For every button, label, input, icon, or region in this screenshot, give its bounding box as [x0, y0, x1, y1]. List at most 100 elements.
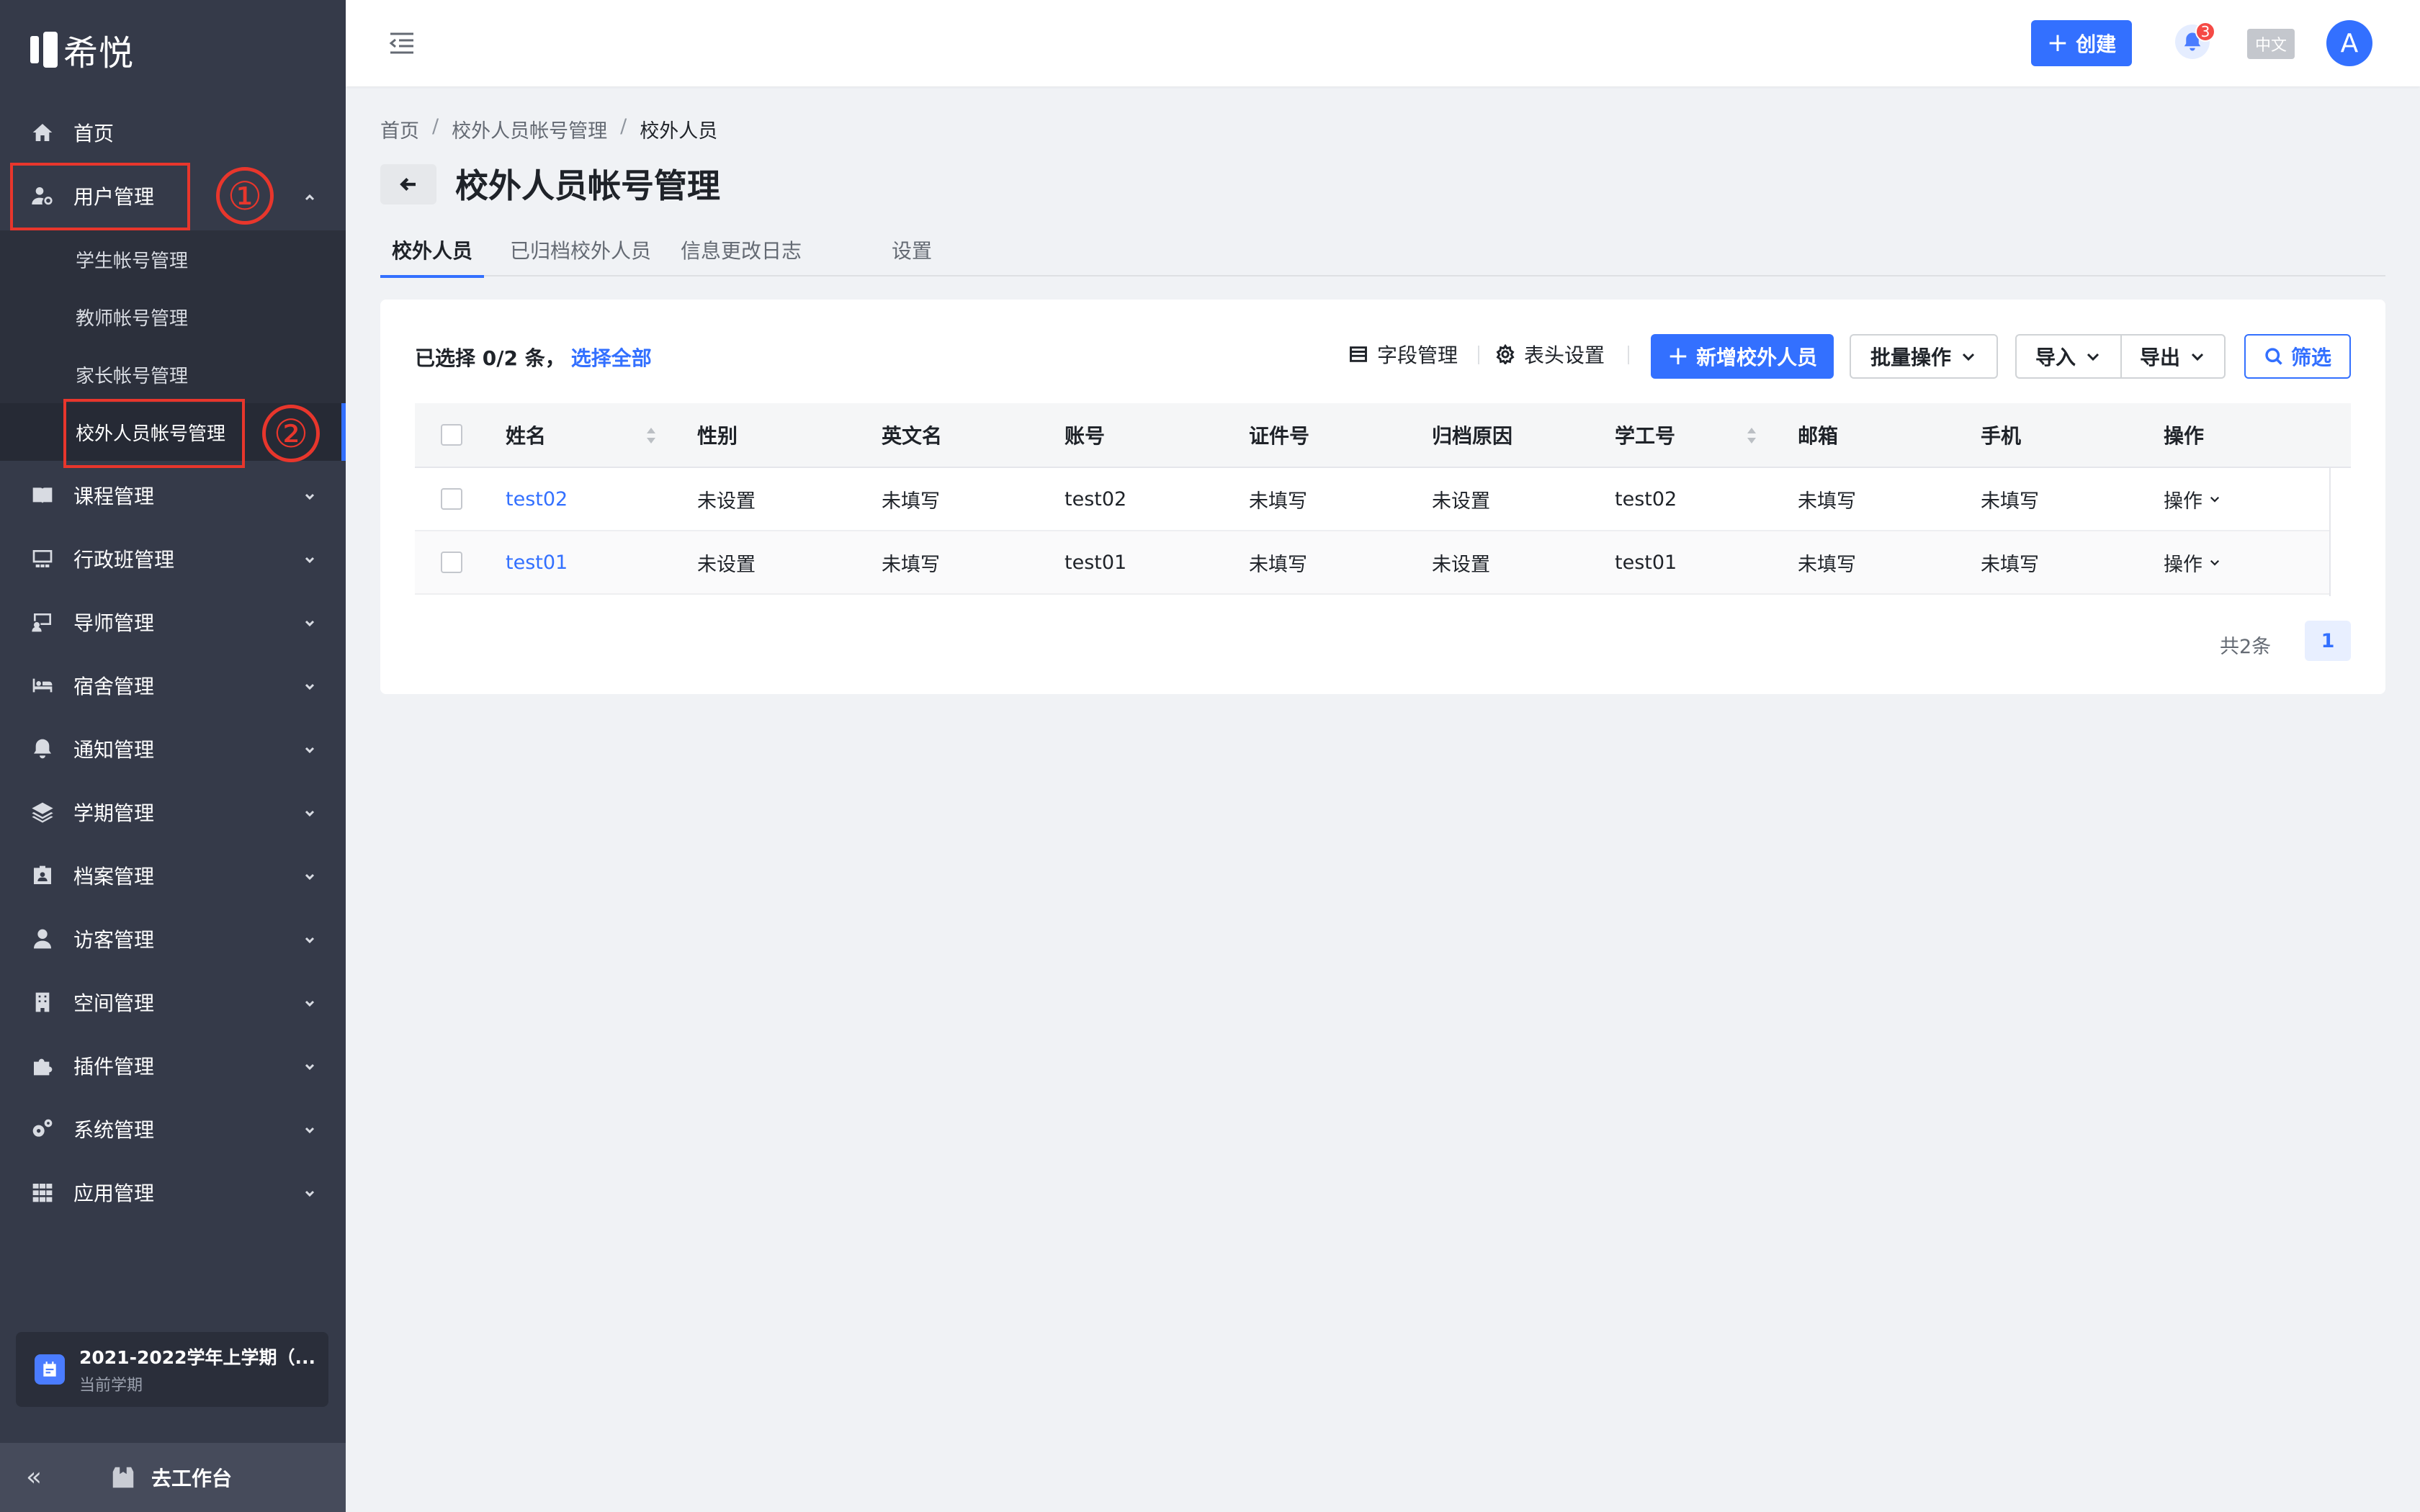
sidebar-item-system[interactable]: 系统管理 — [0, 1100, 346, 1158]
mentor-icon — [30, 610, 55, 634]
col-header-english-name: 英文名 — [882, 424, 943, 448]
chevron-down-icon — [2210, 496, 2220, 503]
brand-logo[interactable]: 希悦 — [30, 27, 134, 73]
annotation-box-user-management — [10, 163, 190, 230]
cell-staff-number: test02 — [1615, 487, 1677, 510]
box-icon — [112, 1467, 134, 1488]
field-manage-label: 字段管理 — [1377, 343, 1458, 367]
sidebar-item-notifications[interactable]: 通知管理 — [0, 720, 346, 778]
sort-icon[interactable] — [645, 426, 657, 445]
breadcrumb-separator: / — [620, 115, 627, 138]
col-header-account: 账号 — [1065, 424, 1106, 448]
select-all-cell — [441, 403, 462, 467]
import-dropdown[interactable]: 导入 — [2015, 334, 2122, 379]
row-checkbox[interactable] — [441, 488, 462, 510]
language-switch[interactable]: 中文 — [2247, 29, 2295, 59]
chevron-down-icon — [301, 994, 318, 1011]
export-dropdown[interactable]: 导出 — [2120, 334, 2226, 379]
chevron-down-icon — [301, 1057, 318, 1074]
chevron-down-icon — [301, 867, 318, 884]
export-label: 导出 — [2139, 346, 2180, 369]
table-row: test02 未设置 未填写 test02 未填写 未设置 test02 未填写… — [415, 468, 2351, 531]
batch-actions-dropdown[interactable]: 批量操作 — [1850, 334, 1998, 379]
select-all-link[interactable]: 选择全部 — [571, 346, 652, 370]
sort-icon[interactable] — [1746, 426, 1757, 445]
col-header-staff-number[interactable]: 学工号 — [1615, 403, 1675, 467]
sidebar-item-courses[interactable]: 课程管理 — [0, 467, 346, 524]
select-all-checkbox[interactable] — [441, 424, 462, 446]
row-checkbox[interactable] — [441, 552, 462, 573]
sidebar-item-home[interactable]: 首页 — [0, 104, 346, 161]
chevron-down-icon — [301, 804, 318, 821]
create-button[interactable]: + 创建 — [2031, 20, 2132, 66]
sidebar-item-dorms[interactable]: 宿舍管理 — [0, 657, 346, 714]
gears-icon — [30, 1117, 55, 1141]
row-actions-dropdown[interactable]: 操作 — [2164, 468, 2221, 530]
row-actions-dropdown[interactable]: 操作 — [2164, 531, 2221, 593]
user-avatar[interactable]: A — [2326, 20, 2372, 66]
sidebar-item-terms[interactable]: 学期管理 — [0, 783, 346, 841]
sidebar: 希悦 首页 用户管理 学生帐号管理 教师帐号管理 家长帐号管理 校外人员帐号管理… — [0, 0, 346, 1512]
add-external-staff-button[interactable]: + 新增校外人员 — [1651, 334, 1834, 379]
go-workbench-button[interactable]: 去工作台 — [109, 1443, 232, 1512]
sidebar-subitem-parent-accounts[interactable]: 家长帐号管理 — [0, 346, 346, 403]
row-actions-label: 操作 — [2164, 490, 2202, 513]
cell-name-link[interactable]: test02 — [506, 468, 568, 530]
table-header: 姓名 性别 英文名 账号 证件号 归档原因 学工号 邮箱 手机 操作 — [415, 403, 2351, 468]
sidebar-subitem-teacher-accounts[interactable]: 教师帐号管理 — [0, 288, 346, 346]
col-header-id-number: 证件号 — [1249, 424, 1310, 448]
breadcrumb-external-accounts[interactable]: 校外人员帐号管理 — [452, 115, 607, 143]
selection-count: 已选择 0/2 条， — [415, 346, 565, 370]
menu-fold-icon[interactable] — [389, 32, 415, 55]
sidebar-item-visitors[interactable]: 访客管理 — [0, 910, 346, 968]
cell-phone: 未填写 — [1981, 553, 2039, 576]
create-label: 创建 — [2076, 32, 2117, 56]
collapse-sidebar-button[interactable]: « — [26, 1464, 42, 1490]
breadcrumb-home[interactable]: 首页 — [380, 115, 419, 143]
tab-bar: 校外人员 已归档校外人员 信息更改日志 设置 — [380, 223, 2385, 278]
notification-button[interactable]: 3 — [2175, 22, 2215, 62]
sidebar-item-apps[interactable]: 应用管理 — [0, 1164, 346, 1221]
class-icon — [30, 546, 55, 571]
content-card: 已选择 0/2 条， 选择全部 字段管理 表头设置 + 新增校外人员 批量操作 导… — [380, 300, 2385, 694]
cell-name-link[interactable]: test01 — [506, 531, 568, 593]
pagination-page-1[interactable]: 1 — [2305, 621, 2351, 661]
back-button[interactable] — [380, 164, 436, 204]
sidebar-item-mentors[interactable]: 导师管理 — [0, 593, 346, 651]
filter-button[interactable]: 筛选 — [2244, 334, 2351, 379]
chevron-down-icon — [301, 550, 318, 567]
tab-settings[interactable]: 设置 — [892, 223, 932, 276]
annotation-box-external-accounts — [63, 399, 245, 468]
sidebar-item-spaces[interactable]: 空间管理 — [0, 973, 346, 1031]
tab-external-staff[interactable]: 校外人员 — [380, 223, 484, 278]
sidebar-subitem-label: 教师帐号管理 — [76, 307, 189, 330]
toolbar-divider — [1628, 346, 1629, 364]
chevron-down-icon — [2087, 353, 2099, 361]
plus-icon: + — [1667, 341, 1690, 371]
field-manage-button[interactable]: 字段管理 — [1348, 340, 1458, 369]
row-select-cell — [441, 468, 462, 530]
puzzle-icon — [30, 1053, 55, 1078]
top-header: + 创建 3 中文 A — [346, 0, 2420, 86]
sidebar-item-plugins[interactable]: 插件管理 — [0, 1037, 346, 1094]
tab-change-log[interactable]: 信息更改日志 — [680, 223, 802, 276]
header-settings-label: 表头设置 — [1524, 343, 1605, 367]
cell-email: 未填写 — [1798, 490, 1856, 513]
breadcrumb: 首页 / 校外人员帐号管理 / 校外人员 — [380, 115, 717, 143]
col-header-email: 邮箱 — [1798, 424, 1839, 448]
sidebar-item-classes[interactable]: 行政班管理 — [0, 530, 346, 588]
table-scrollbar[interactable] — [2329, 468, 2351, 596]
tab-archived-staff[interactable]: 已归档校外人员 — [510, 223, 651, 276]
annotation-number-2: ② — [262, 405, 320, 462]
current-term-card[interactable]: 2021-2022学年上学期（... 当前学期 — [16, 1332, 328, 1407]
gear-icon — [1496, 344, 1515, 364]
search-icon — [2265, 348, 2282, 365]
chevron-down-icon — [301, 613, 318, 631]
chevron-down-icon — [301, 677, 318, 694]
sidebar-subitem-student-accounts[interactable]: 学生帐号管理 — [0, 230, 346, 288]
chevron-down-icon — [301, 487, 318, 504]
sidebar-item-archives[interactable]: 档案管理 — [0, 847, 346, 904]
header-settings-button[interactable]: 表头设置 — [1495, 340, 1605, 369]
col-header-name[interactable]: 姓名 — [506, 403, 546, 467]
arrow-left-icon — [400, 177, 416, 192]
